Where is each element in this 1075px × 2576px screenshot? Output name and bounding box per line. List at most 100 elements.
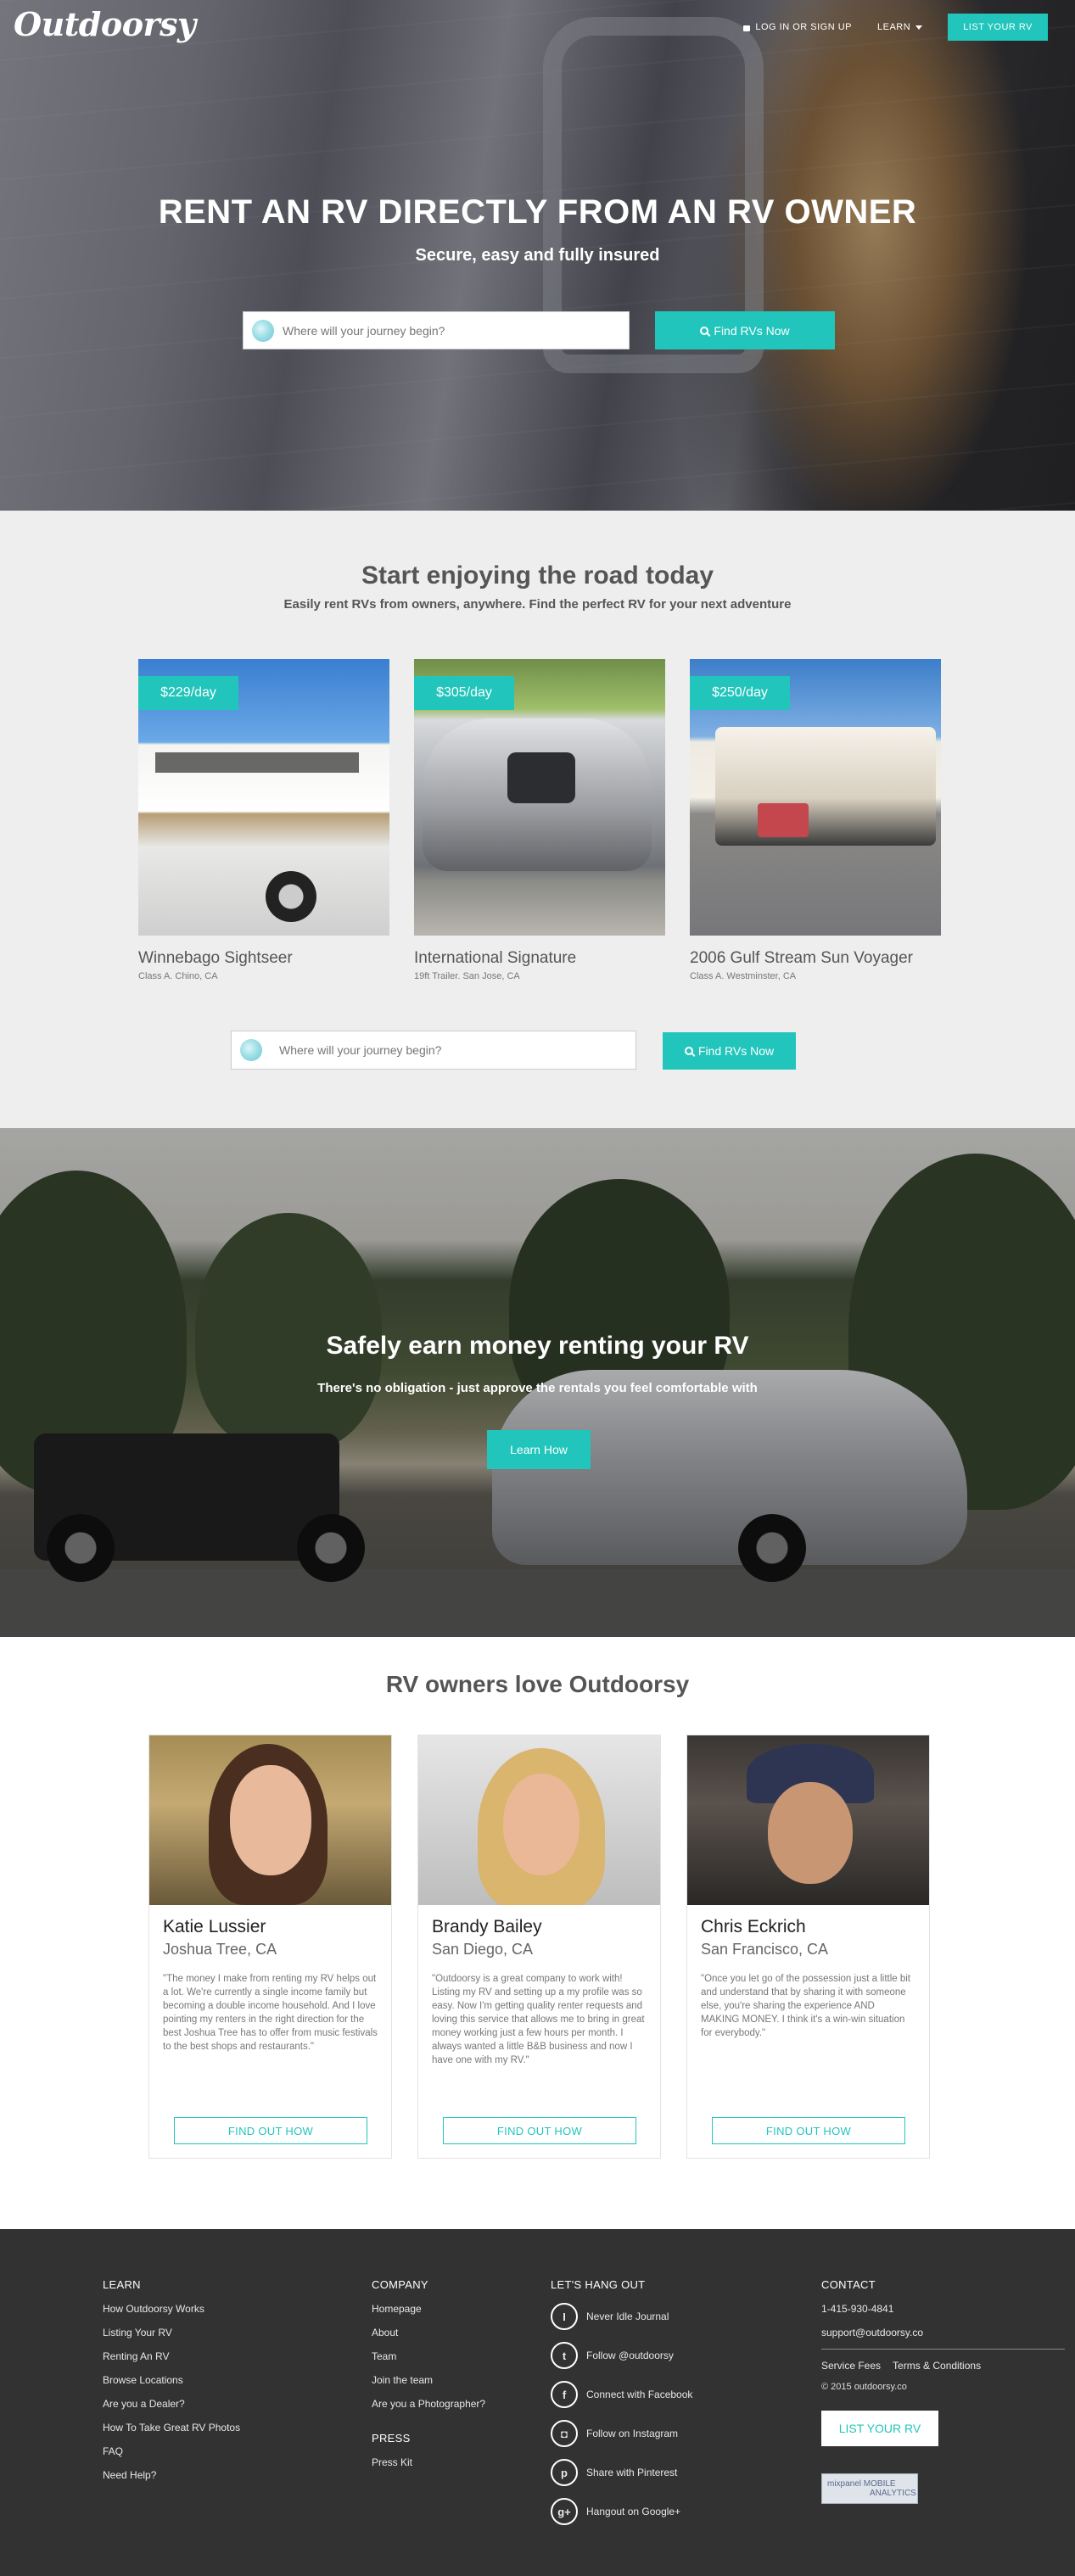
terms-link[interactable]: Terms & Conditions [893, 2360, 981, 2372]
search-icon [700, 326, 709, 335]
footer-link[interactable]: Are you a Photographer? [372, 2398, 485, 2410]
testimonials-section: RV owners love Outdoorsy Katie Lussier J… [0, 1637, 1075, 2229]
rv-photo-airstream[interactable]: $305/day [414, 659, 665, 936]
footer-link[interactable]: Homepage [372, 2303, 485, 2315]
social-link-googleplus[interactable]: g+ Hangout on Google+ [551, 2498, 692, 2525]
globe-icon [240, 1039, 262, 1061]
footer-link[interactable]: Team [372, 2350, 485, 2362]
googleplus-icon: g+ [551, 2498, 578, 2525]
earn-subtitle: There's no obligation - just approve the… [317, 1381, 758, 1395]
learn-how-button[interactable]: Learn How [487, 1430, 591, 1469]
testimonial-card: Chris Eckrich San Francisco, CA "Once yo… [686, 1735, 930, 2159]
globe-icon [252, 319, 274, 342]
rv-meta: Class A. Chino, CA [138, 971, 218, 981]
social-link-instagram[interactable]: ◘ Follow on Instagram [551, 2420, 692, 2447]
list-your-rv-button[interactable]: LIST YOUR RV [948, 14, 1048, 41]
find-out-how-button[interactable]: FIND OUT HOW [443, 2117, 636, 2144]
footer-learn-heading: LEARN [103, 2278, 141, 2291]
rv-photo-gulf-stream[interactable]: $250/day [690, 659, 941, 936]
owner-name: Chris Eckrich [701, 1917, 806, 1936]
footer: LEARN How Outdoorsy Works Listing Your R… [0, 2229, 1075, 2576]
owner-quote: "Once you let go of the possession just … [701, 1974, 910, 2038]
footer-company-column: COMPANY Homepage About Team Join the tea… [372, 2278, 485, 2480]
social-label: Connect with Facebook [586, 2389, 693, 2400]
start-subtitle: Easily rent RVs from owners, anywhere. F… [283, 597, 792, 612]
footer-list-your-rv-button[interactable]: LIST YOUR RV [821, 2411, 938, 2446]
top-nav: LOG IN OR SIGN UP LEARN LIST YOUR RV [743, 14, 1048, 41]
find-out-how-button[interactable]: FIND OUT HOW [712, 2117, 905, 2144]
mixpanel-badge[interactable]: mixpanel MOBILE ANALYTICS [821, 2473, 918, 2504]
rv-name[interactable]: Winnebago Sightseer [138, 949, 389, 968]
owner-photo [149, 1735, 391, 1905]
caret-down-icon [915, 25, 923, 30]
social-link-twitter[interactable]: t Follow @outdoorsy [551, 2342, 692, 2369]
outdoorsy-logo[interactable]: Outdoorsy [14, 5, 196, 43]
footer-link[interactable]: Are you a Dealer? [103, 2398, 240, 2410]
start-enjoying-section: Start enjoying the road today Easily ren… [0, 511, 1075, 1128]
social-link-facebook[interactable]: f Connect with Facebook [551, 2381, 692, 2408]
footer-learn-column: LEARN How Outdoorsy Works Listing Your R… [103, 2278, 240, 2493]
footer-link[interactable]: How To Take Great RV Photos [103, 2422, 240, 2434]
owner-location: Joshua Tree, CA [163, 1941, 277, 1958]
social-label: Follow on Instagram [586, 2428, 679, 2439]
login-link[interactable]: LOG IN OR SIGN UP [743, 22, 852, 32]
footer-link[interactable]: How Outdoorsy Works [103, 2303, 240, 2315]
service-fees-link[interactable]: Service Fees [821, 2360, 881, 2372]
hero-search-input[interactable] [283, 312, 629, 349]
rv-photo-winnebago[interactable]: $229/day [138, 659, 389, 936]
social-label: Follow @outdoorsy [586, 2350, 674, 2361]
hero-search-box[interactable] [243, 311, 630, 349]
lock-icon [743, 25, 751, 31]
start-title: Start enjoying the road today [361, 562, 714, 590]
footer-link[interactable]: Press Kit [372, 2456, 485, 2468]
footer-link[interactable]: Listing Your RV [103, 2327, 240, 2339]
owner-quote: "Outdoorsy is a great company to work wi… [432, 1974, 645, 2065]
contact-email[interactable]: support@outdoorsy.co [821, 2327, 1065, 2339]
owner-name: Katie Lussier [163, 1917, 266, 1936]
hero-find-rvs-button[interactable]: Find RVs Now [655, 311, 835, 349]
footer-link[interactable]: Join the team [372, 2374, 485, 2386]
facebook-icon: f [551, 2381, 578, 2408]
footer-link[interactable]: Renting An RV [103, 2350, 240, 2362]
copyright: © 2015 outdoorsy.co [821, 2382, 907, 2392]
rv-name[interactable]: 2006 Gulf Stream Sun Voyager [690, 949, 941, 968]
owner-quote: "The money I make from renting my RV hel… [163, 1974, 378, 2052]
footer-press-heading: PRESS [372, 2432, 411, 2445]
secondary-search-box[interactable] [231, 1031, 636, 1070]
testimonial-card: Brandy Bailey San Diego, CA "Outdoorsy i… [417, 1735, 661, 2159]
testimonials-title: RV owners love Outdoorsy [385, 1671, 690, 1697]
rv-listing-card[interactable]: $305/day International Signature 19ft Tr… [414, 659, 665, 981]
twitter-icon: t [551, 2342, 578, 2369]
footer-link[interactable]: Browse Locations [103, 2374, 240, 2386]
rv-listing-card[interactable]: $250/day 2006 Gulf Stream Sun Voyager Cl… [690, 659, 941, 981]
learn-menu[interactable]: LEARN [877, 22, 923, 32]
journal-icon: I [551, 2303, 578, 2330]
login-label: LOG IN OR SIGN UP [755, 22, 852, 32]
rv-name[interactable]: International Signature [414, 949, 665, 968]
footer-link[interactable]: Need Help? [103, 2469, 240, 2481]
earn-title: Safely earn money renting your RV [326, 1332, 749, 1360]
footer-link[interactable]: FAQ [103, 2445, 240, 2457]
hero-find-rvs-label: Find RVs Now [714, 323, 790, 338]
owner-photo [418, 1735, 660, 1905]
secondary-search-input[interactable] [271, 1031, 635, 1069]
rv-listing-card[interactable]: $229/day Winnebago Sightseer Class A. Ch… [138, 659, 389, 981]
footer-social-heading: LET'S HANG OUT [551, 2278, 646, 2291]
find-out-how-button[interactable]: FIND OUT HOW [174, 2117, 367, 2144]
social-label: Share with Pinterest [586, 2467, 678, 2478]
footer-link[interactable]: About [372, 2327, 485, 2339]
rv-meta: 19ft Trailer. San Jose, CA [414, 971, 520, 981]
social-label: Hangout on Google+ [586, 2506, 681, 2517]
social-link-pinterest[interactable]: p Share with Pinterest [551, 2459, 692, 2486]
price-badge: $305/day [414, 676, 514, 710]
footer-contact-heading: CONTACT [821, 2278, 876, 2291]
contact-phone[interactable]: 1-415-930-4841 [821, 2303, 1065, 2315]
instagram-icon: ◘ [551, 2420, 578, 2447]
footer-social-column: LET'S HANG OUT I Never Idle Journal t Fo… [551, 2278, 692, 2537]
rv-meta: Class A. Westminster, CA [690, 971, 797, 981]
secondary-find-rvs-button[interactable]: Find RVs Now [663, 1032, 796, 1070]
social-link-journal[interactable]: I Never Idle Journal [551, 2303, 692, 2330]
hero-title: RENT AN RV DIRECTLY FROM AN RV OWNER [158, 193, 917, 231]
earn-money-section: Safely earn money renting your RV There'… [0, 1128, 1075, 1637]
search-icon [684, 1047, 693, 1055]
